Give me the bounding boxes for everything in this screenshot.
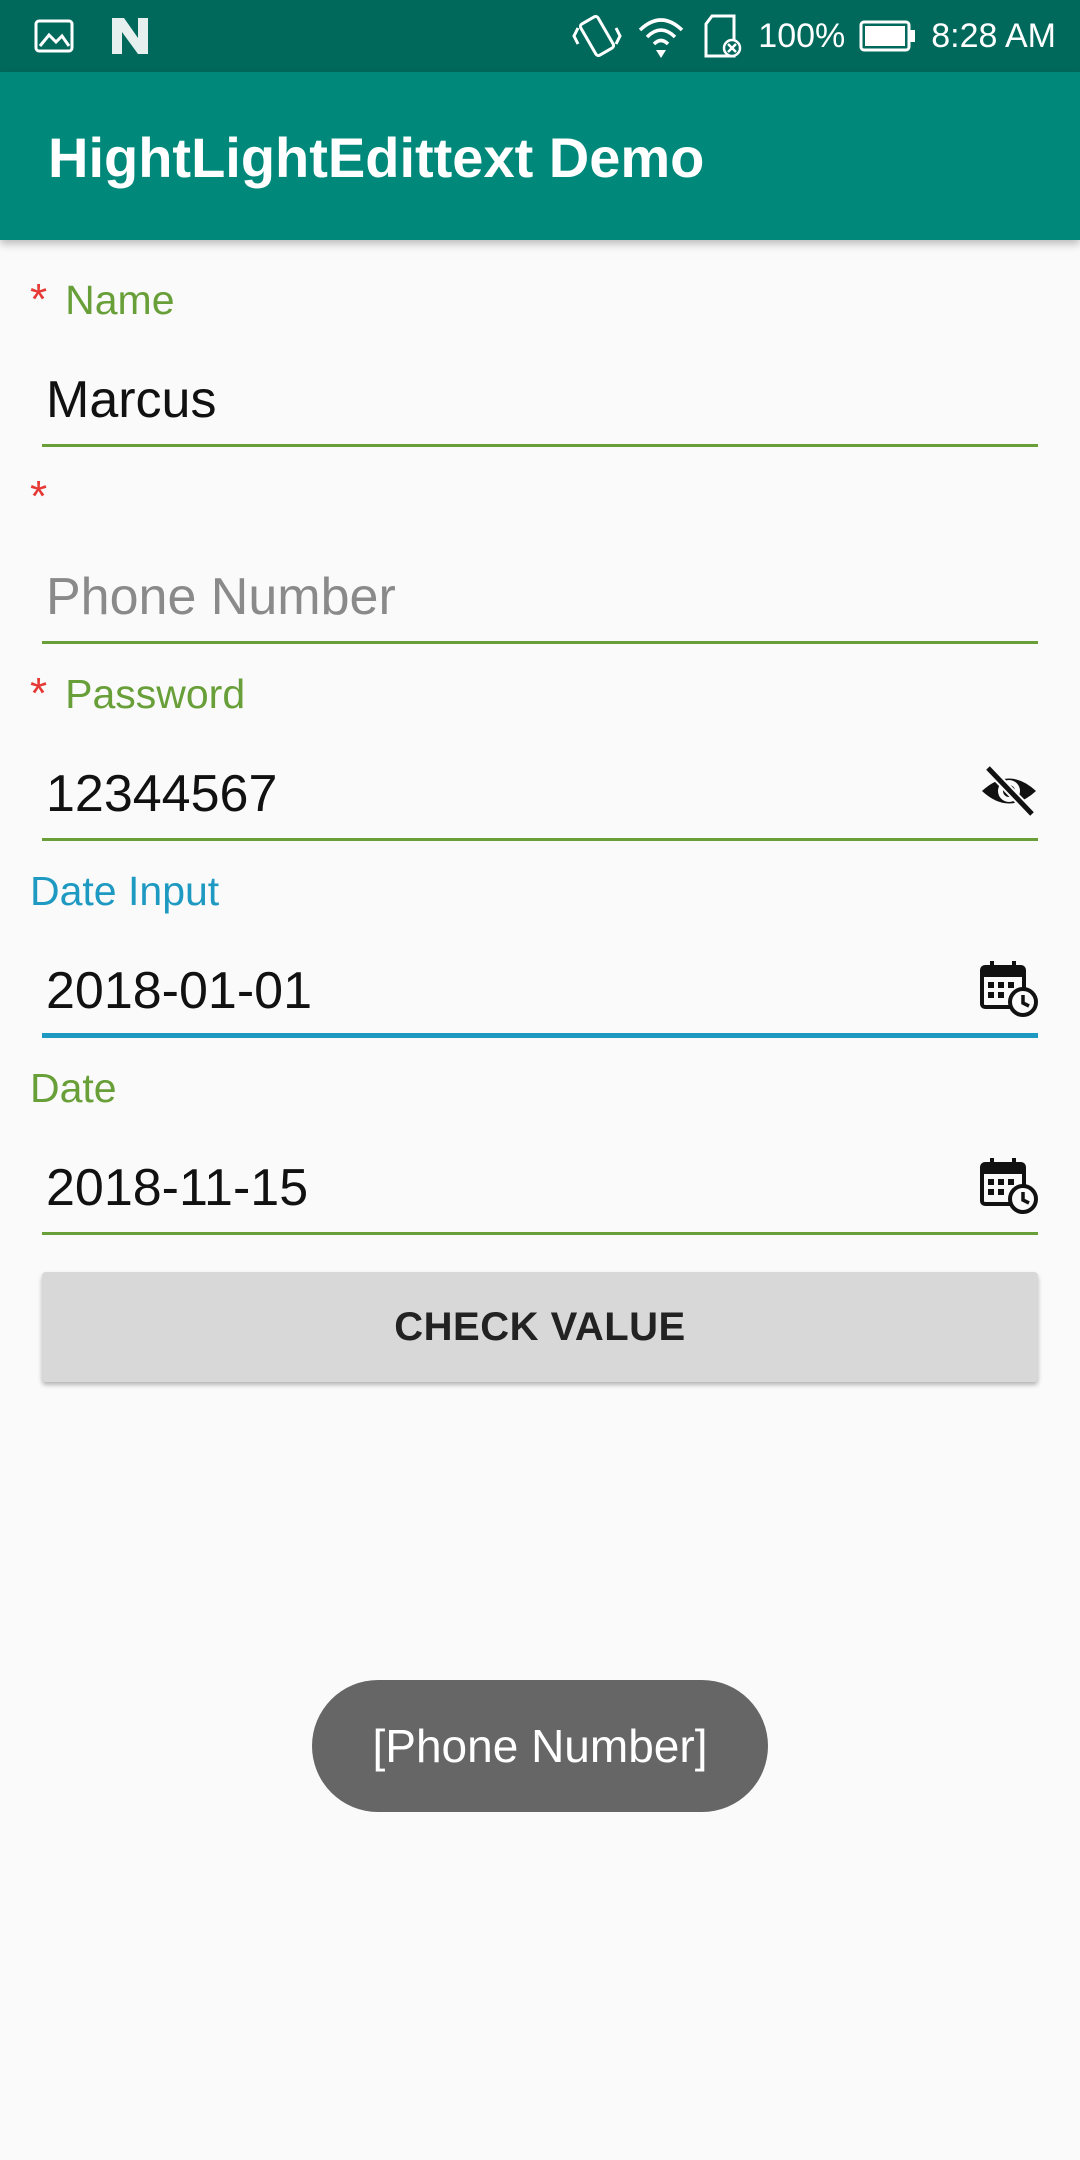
password-underline xyxy=(42,838,1038,841)
date-input-field: Date Input 2018-01-01 xyxy=(0,861,1080,1057)
date-label: Date xyxy=(30,1065,117,1111)
name-field: * Name Marcus xyxy=(0,270,1080,466)
battery-percent: 100% xyxy=(758,17,846,55)
vibrate-icon xyxy=(572,15,622,57)
check-value-button[interactable]: CHECK VALUE xyxy=(42,1272,1038,1382)
n-logo-icon xyxy=(112,18,148,54)
required-marker: * xyxy=(30,472,48,521)
password-label-text: Password xyxy=(65,671,246,717)
name-input[interactable]: Marcus xyxy=(46,368,216,432)
clock: 8:28 AM xyxy=(931,17,1056,55)
date-underline xyxy=(42,1232,1038,1235)
date-input-label: Date Input xyxy=(30,868,220,914)
date-input-underline xyxy=(42,1033,1038,1038)
phone-label: * xyxy=(30,471,65,523)
phone-field: * Phone Number xyxy=(0,467,1080,663)
required-marker: * xyxy=(30,669,48,718)
date-input[interactable]: 2018-11-15 xyxy=(46,1156,308,1220)
toast-message: [Phone Number] xyxy=(312,1680,768,1812)
visibility-off-icon[interactable] xyxy=(978,760,1040,822)
wifi-icon xyxy=(639,18,684,58)
sd-card-icon xyxy=(704,14,742,58)
password-input[interactable]: 12344567 xyxy=(46,762,277,826)
phone-input[interactable]: Phone Number xyxy=(46,565,396,629)
calendar-clock-icon[interactable] xyxy=(978,957,1040,1019)
date-field: Date 2018-11-15 xyxy=(0,1058,1080,1254)
password-field: * Password 12344567 xyxy=(0,664,1080,860)
password-label: * Password xyxy=(30,668,245,720)
status-bar: 100% 8:28 AM xyxy=(0,0,1080,72)
phone-underline xyxy=(42,641,1038,644)
calendar-clock-icon[interactable] xyxy=(978,1154,1040,1216)
name-label: * Name xyxy=(30,274,175,326)
name-underline xyxy=(42,444,1038,447)
date-input-input[interactable]: 2018-01-01 xyxy=(46,959,312,1023)
image-icon xyxy=(34,19,74,53)
battery-icon xyxy=(859,20,916,52)
app-bar: HightLightEdittext Demo xyxy=(0,72,1080,240)
required-marker: * xyxy=(30,275,48,324)
name-label-text: Name xyxy=(65,277,175,323)
app-title: HightLightEdittext Demo xyxy=(48,126,705,189)
